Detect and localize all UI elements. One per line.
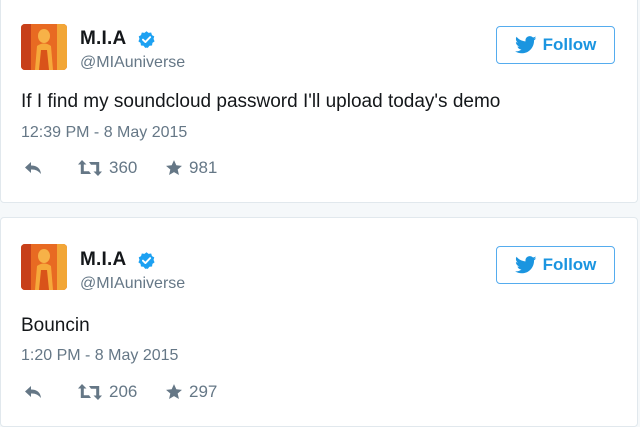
handle[interactable]: @MIAuniverse bbox=[80, 275, 185, 293]
follow-label: Follow bbox=[542, 255, 597, 274]
star-icon bbox=[166, 160, 182, 176]
retweet-icon bbox=[78, 384, 102, 400]
reply-icon bbox=[25, 386, 41, 398]
reply-button[interactable] bbox=[23, 384, 43, 400]
avatar[interactable] bbox=[21, 24, 67, 70]
favorite-count: 297 bbox=[189, 382, 218, 401]
follow-button[interactable]: Follow bbox=[496, 26, 615, 64]
handle[interactable]: @MIAuniverse bbox=[80, 54, 185, 72]
tweet-text: Bouncin bbox=[21, 315, 90, 336]
tweet-card: M.I.A @MIAuniverse Follow Bouncin 1:20 P… bbox=[0, 217, 638, 427]
timestamp[interactable]: 12:39 PM - 8 May 2015 bbox=[21, 124, 187, 142]
follow-label: Follow bbox=[542, 35, 597, 54]
display-name[interactable]: M.I.A bbox=[80, 249, 126, 271]
retweet-button[interactable]: 206 bbox=[77, 382, 137, 402]
follow-button[interactable]: Follow bbox=[496, 246, 615, 284]
timestamp[interactable]: 1:20 PM - 8 May 2015 bbox=[21, 347, 178, 365]
star-icon bbox=[166, 384, 182, 400]
display-name[interactable]: M.I.A bbox=[80, 28, 126, 50]
avatar-image bbox=[21, 24, 67, 70]
reply-icon bbox=[25, 162, 41, 174]
favorite-count: 981 bbox=[189, 158, 218, 177]
verified-badge-icon bbox=[138, 252, 155, 269]
favorite-button[interactable]: 981 bbox=[165, 158, 217, 178]
tweet-card: M.I.A @MIAuniverse Follow If I find my s… bbox=[0, 0, 638, 203]
tweet-text: If I find my soundcloud password I'll up… bbox=[21, 91, 501, 112]
verified-badge-icon bbox=[138, 31, 155, 48]
twitter-bird-icon bbox=[514, 36, 537, 54]
avatar[interactable] bbox=[21, 244, 67, 290]
favorite-button[interactable]: 297 bbox=[165, 382, 217, 402]
twitter-bird-icon bbox=[514, 256, 537, 274]
reply-button[interactable] bbox=[23, 160, 43, 176]
retweet-button[interactable]: 360 bbox=[77, 158, 137, 178]
retweet-count: 206 bbox=[109, 382, 138, 401]
retweet-count: 360 bbox=[109, 158, 138, 177]
avatar-image bbox=[21, 244, 67, 290]
retweet-icon bbox=[78, 160, 102, 176]
